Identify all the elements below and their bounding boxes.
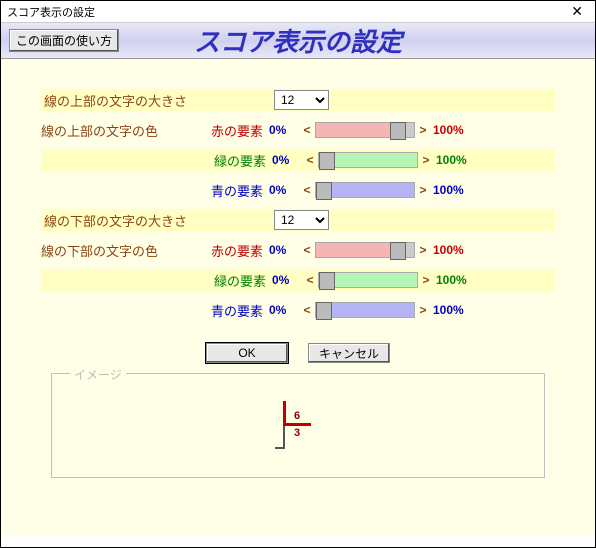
slider-bot-blue[interactable] <box>315 302 415 318</box>
comp-green: 緑の要素 <box>214 151 272 170</box>
chevron-left-icon[interactable]: < <box>301 123 313 137</box>
chevron-right-icon[interactable]: > <box>417 303 429 317</box>
preview-bot-num: 3 <box>294 427 300 439</box>
row-top-green: 緑の要素 0% < > 100% <box>41 149 555 171</box>
help-button[interactable]: この画面の使い方 <box>9 29 119 52</box>
row-top-blue: 青の要素 0% < > 100% <box>41 179 555 201</box>
settings-window: スコア表示の設定 ✕ この画面の使い方 スコア表示の設定 線の上部の文字の大きさ… <box>0 0 596 548</box>
top-size-select[interactable]: 12 <box>274 90 329 110</box>
chevron-left-icon[interactable]: < <box>301 243 313 257</box>
chevron-left-icon[interactable]: < <box>301 183 313 197</box>
chevron-right-icon[interactable]: > <box>417 123 429 137</box>
pct-zero: 0% <box>269 243 301 257</box>
row-bot-size: 線の下部の文字の大きさ 12 <box>41 209 555 231</box>
slider-top-blue[interactable] <box>315 182 415 198</box>
buttons-row: OK キャンセル <box>41 343 555 363</box>
preview-image: 6 3 <box>273 401 323 451</box>
slider-top-red[interactable] <box>315 122 415 138</box>
preview-top-num: 6 <box>294 410 300 422</box>
bot-size-select[interactable]: 12 <box>274 210 329 230</box>
slider-top-green[interactable] <box>318 152 418 168</box>
label-top-size: 線の上部の文字の大きさ <box>44 91 214 110</box>
chevron-right-icon[interactable]: > <box>417 243 429 257</box>
header-area: この画面の使い方 スコア表示の設定 <box>1 23 595 59</box>
slider-bot-green[interactable] <box>318 272 418 288</box>
window-title: スコア表示の設定 <box>7 4 95 20</box>
pct-hundred: 100% <box>436 153 472 167</box>
chevron-right-icon[interactable]: > <box>420 153 432 167</box>
label-bot-color: 線の下部の文字の色 <box>41 241 211 260</box>
preview-fieldset: イメージ 6 3 <box>51 373 545 478</box>
pct-hundred: 100% <box>436 273 472 287</box>
pct-hundred: 100% <box>433 123 469 137</box>
pct-hundred: 100% <box>433 303 469 317</box>
chevron-right-icon[interactable]: > <box>417 183 429 197</box>
pct-hundred: 100% <box>433 243 469 257</box>
ok-button[interactable]: OK <box>206 343 288 363</box>
chevron-left-icon[interactable]: < <box>304 273 316 287</box>
comp-blue: 青の要素 <box>211 181 269 200</box>
pct-zero: 0% <box>269 183 301 197</box>
preview-legend: イメージ <box>70 366 126 383</box>
pct-zero: 0% <box>269 303 301 317</box>
label-top-color: 線の上部の文字の色 <box>41 121 211 140</box>
content-area: 線の上部の文字の大きさ 12 線の上部の文字の色 赤の要素 0% < > 100… <box>1 59 595 535</box>
comp-red: 赤の要素 <box>211 241 269 260</box>
chevron-right-icon[interactable]: > <box>420 273 432 287</box>
pct-zero: 0% <box>269 123 301 137</box>
row-top-red: 線の上部の文字の色 赤の要素 0% < > 100% <box>41 119 555 141</box>
comp-green: 緑の要素 <box>214 271 272 290</box>
row-top-size: 線の上部の文字の大きさ 12 <box>41 89 555 111</box>
comp-red: 赤の要素 <box>211 121 269 140</box>
row-bot-green: 緑の要素 0% < > 100% <box>41 269 555 291</box>
chevron-left-icon[interactable]: < <box>304 153 316 167</box>
titlebar: スコア表示の設定 ✕ <box>1 1 595 23</box>
pct-zero: 0% <box>272 273 304 287</box>
comp-blue: 青の要素 <box>211 301 269 320</box>
chevron-left-icon[interactable]: < <box>301 303 313 317</box>
close-icon[interactable]: ✕ <box>565 3 589 20</box>
row-bot-blue: 青の要素 0% < > 100% <box>41 299 555 321</box>
slider-bot-red[interactable] <box>315 242 415 258</box>
row-bot-red: 線の下部の文字の色 赤の要素 0% < > 100% <box>41 239 555 261</box>
cancel-button[interactable]: キャンセル <box>308 343 390 363</box>
pct-zero: 0% <box>272 153 304 167</box>
pct-hundred: 100% <box>433 183 469 197</box>
label-bot-size: 線の下部の文字の大きさ <box>44 211 214 230</box>
